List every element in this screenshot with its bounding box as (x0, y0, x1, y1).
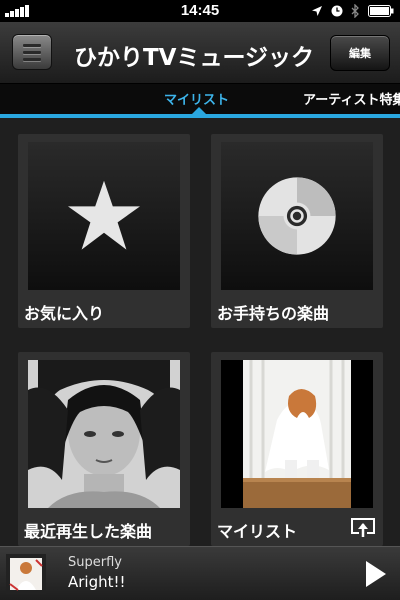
battery-icon (368, 5, 394, 17)
card-label: 最近再生した楽曲 (24, 522, 153, 541)
favorites-artwork (28, 142, 180, 290)
app-title: ひかりTVミュージック (73, 45, 315, 71)
menu-button[interactable] (12, 34, 52, 70)
tab-artist-feature[interactable]: アーティスト特集 (303, 89, 400, 108)
card-owned-songs[interactable]: お手持ちの楽曲 (211, 134, 383, 328)
now-playing-bar[interactable]: Superfly Aright!! (0, 546, 400, 600)
card-mylist[interactable]: マイリスト (211, 352, 383, 546)
recently-played-artwork (28, 360, 180, 508)
edit-button[interactable]: 編集 (330, 35, 390, 71)
mylist-artwork (221, 360, 373, 508)
cd-icon (258, 177, 336, 255)
card-favorites[interactable]: お気に入り (18, 134, 190, 328)
bluetooth-icon (351, 4, 359, 18)
nav-bar: ひかりTVミュージック 編集 (0, 22, 400, 84)
clock-icon (331, 5, 343, 17)
tab-bar: マイリスト アーティスト特集 (0, 84, 400, 118)
card-recently-played[interactable]: 最近再生した楽曲 (18, 352, 190, 546)
star-icon (68, 180, 140, 250)
upload-icon[interactable] (351, 518, 375, 538)
owned-songs-artwork (221, 142, 373, 290)
location-icon (312, 6, 322, 16)
card-label: お気に入り (24, 304, 105, 323)
card-label: お手持ちの楽曲 (217, 304, 330, 323)
tab-mylist[interactable]: マイリスト (164, 89, 229, 108)
status-bar: 14:45 (0, 0, 400, 22)
now-playing-artwork (6, 554, 46, 594)
play-icon[interactable] (366, 561, 386, 587)
now-playing-artist: Superfly (68, 555, 122, 570)
now-playing-track: Aright!! (68, 573, 126, 591)
active-tab-indicator (192, 107, 206, 114)
card-label: マイリスト (217, 522, 298, 541)
mylist-grid: お気に入り お手持ちの楽曲 最近再生した楽曲 マイリスト (0, 118, 400, 546)
